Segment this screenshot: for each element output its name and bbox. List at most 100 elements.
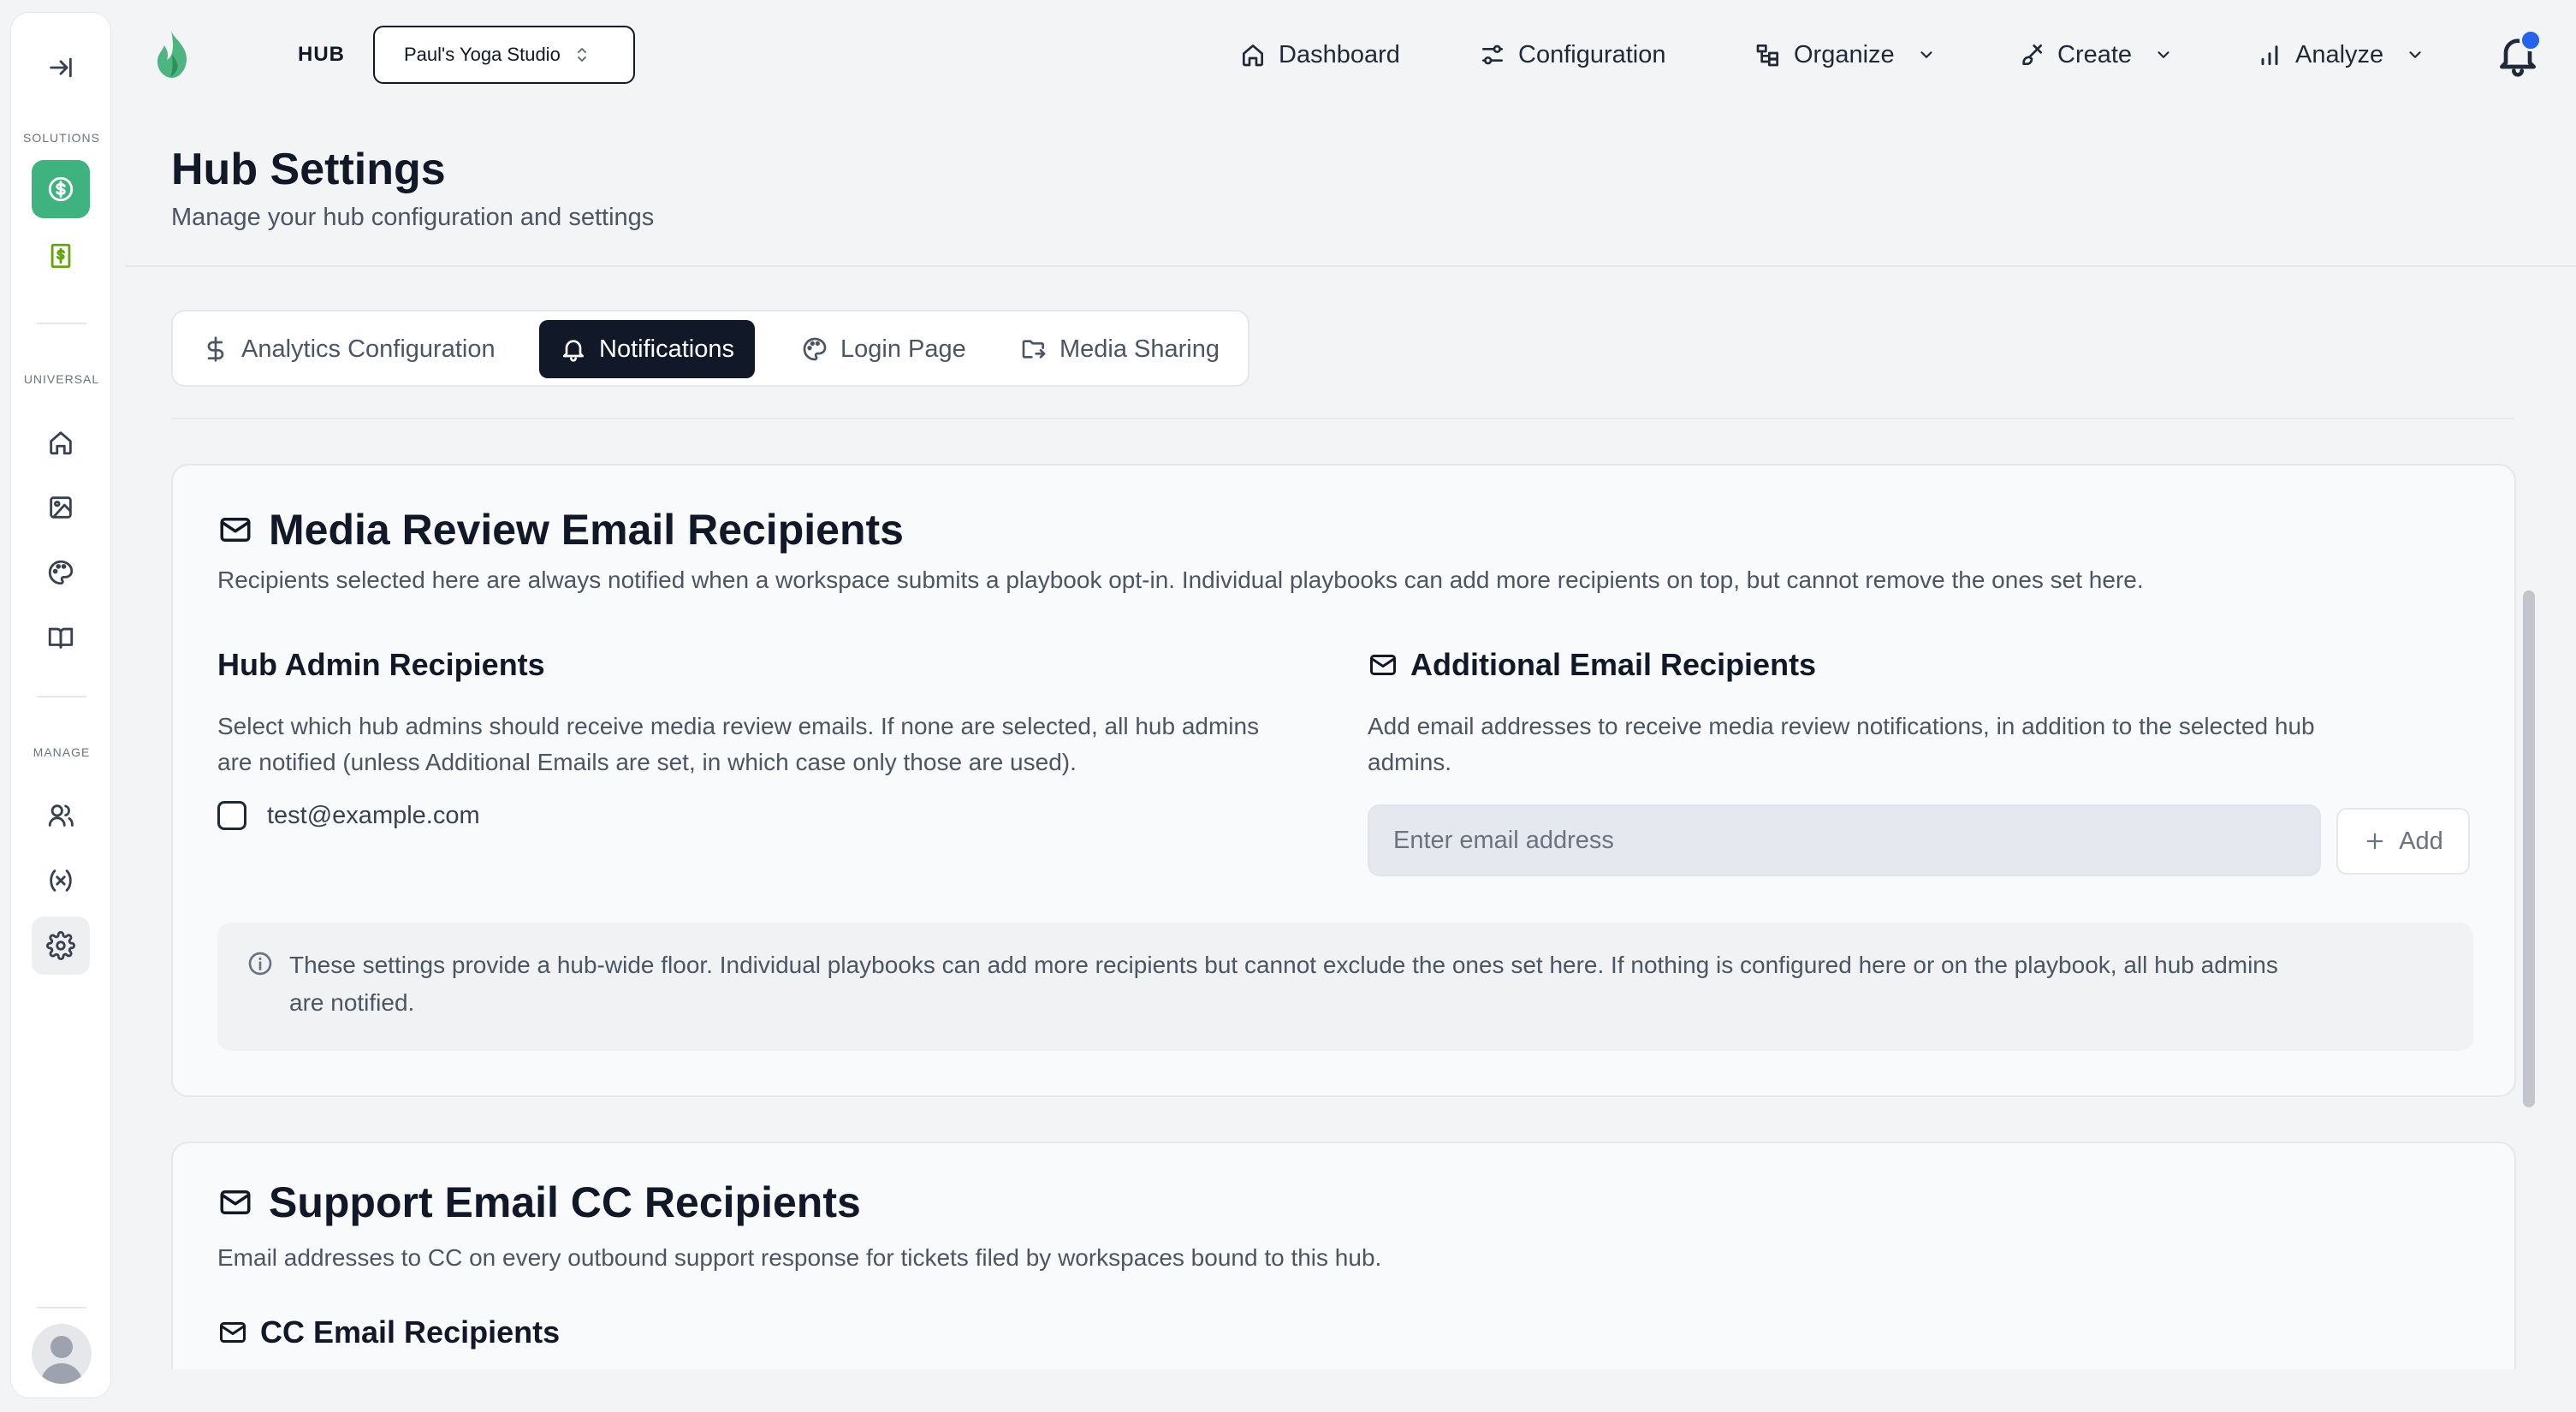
- variable-icon: [50, 869, 72, 892]
- rail-item-users[interactable]: [32, 786, 90, 845]
- card-description: Email addresses to CC on every outbound …: [217, 1244, 1382, 1271]
- media-review-card: Media Review Email Recipients Recipients…: [171, 464, 2516, 1097]
- nav-label: Create: [2057, 40, 2133, 68]
- help-line: Add email addresses to receive media rev…: [1368, 713, 2315, 739]
- additional-recipients-title: Additional Email Recipients: [1368, 647, 1816, 683]
- rail-divider: [37, 323, 86, 324]
- expand-sidebar-icon[interactable]: [32, 39, 90, 97]
- mail-icon: [220, 1322, 246, 1343]
- nav-configuration[interactable]: Configuration: [1479, 31, 1666, 79]
- image-icon: [50, 496, 72, 519]
- card-title: Media Review Email Recipients: [217, 505, 904, 555]
- flame-logo-icon: [157, 31, 187, 78]
- tab-label: Media Sharing: [1059, 335, 1220, 363]
- tab-notifications[interactable]: Notifications: [539, 320, 755, 378]
- rail-section-universal: UNIVERSAL: [23, 372, 100, 386]
- card-title-text: Support Email CC Recipients: [269, 1178, 861, 1226]
- info-line: are notified.: [289, 989, 415, 1016]
- chevron-up-down-icon: [577, 48, 586, 62]
- chevron-down-icon: [1920, 51, 1932, 58]
- card-title-text: Media Review Email Recipients: [269, 506, 904, 554]
- tab-label: Analytics Configuration: [241, 335, 496, 363]
- cc-recipients-title: CC Email Recipients: [217, 1314, 560, 1350]
- nav-dashboard[interactable]: Dashboard: [1239, 31, 1400, 79]
- dollar-icon: [207, 336, 224, 362]
- book-open-icon: [48, 627, 74, 649]
- nav-label: Configuration: [1518, 40, 1666, 68]
- tab-login-page[interactable]: Login Page: [781, 320, 987, 378]
- tab-analytics-configuration[interactable]: Analytics Configuration: [181, 320, 516, 378]
- add-email-button[interactable]: Add: [2336, 808, 2470, 875]
- mail-icon: [1370, 655, 1396, 675]
- rail-section-manage: MANAGE: [33, 745, 91, 759]
- nav-organize[interactable]: Organize: [1754, 31, 1936, 79]
- rail-item-book[interactable]: [32, 608, 90, 667]
- hub-admin-help: Select which hub admins should receive m…: [217, 709, 1330, 780]
- subsection-title: Hub Admin Recipients: [217, 647, 545, 682]
- workspace-selector[interactable]: Paul's Yoga Studio: [373, 26, 635, 84]
- gear-icon: [46, 931, 75, 960]
- subsection-title: CC Email Recipients: [260, 1314, 561, 1350]
- rail-item-dollar-circle[interactable]: [32, 160, 90, 218]
- rail-item-variables[interactable]: [32, 851, 90, 910]
- rail-item-dollar-doc[interactable]: [32, 227, 90, 285]
- chevron-down-icon: [2158, 51, 2169, 58]
- subsection-title: Additional Email Recipients: [1410, 647, 1817, 682]
- help-line: Select which hub admins should receive m…: [217, 713, 1260, 739]
- users-icon: [48, 804, 74, 827]
- mail-icon: [220, 518, 251, 542]
- palette-icon: [803, 337, 827, 361]
- divider: [125, 265, 2576, 267]
- nav-label: Organize: [1794, 40, 1895, 68]
- card-title: Support Email CC Recipients: [217, 1178, 861, 1227]
- rail-item-home[interactable]: [32, 413, 90, 472]
- tree-icon: [1756, 44, 1778, 67]
- admin-option-row[interactable]: test@example.com: [217, 801, 480, 830]
- sliders-icon: [1482, 44, 1503, 65]
- home-icon: [50, 431, 72, 455]
- user-avatar-icon: [40, 1336, 83, 1384]
- additional-email-input[interactable]: [1368, 804, 2321, 876]
- rail-divider: [37, 1307, 86, 1308]
- brush-icon: [2022, 44, 2042, 65]
- bar-chart-icon: [2261, 45, 2278, 66]
- nav-analyze[interactable]: Analyze: [2256, 31, 2425, 79]
- help-line: are notified (unless Additional Emails a…: [217, 749, 1077, 775]
- tab-label: Login Page: [840, 335, 966, 363]
- home-icon: [1243, 44, 1263, 67]
- rail-item-settings[interactable]: [32, 917, 90, 975]
- rail-item-media[interactable]: [32, 478, 90, 537]
- additional-help: Add email addresses to receive media rev…: [1368, 709, 2480, 780]
- settings-tabs: Analytics Configuration Notifications Lo…: [171, 310, 1249, 387]
- admin-checkbox[interactable]: [217, 801, 246, 830]
- nav-create[interactable]: Create: [2018, 31, 2173, 79]
- tab-label: Notifications: [599, 335, 734, 363]
- folder-share-icon: [1022, 340, 1046, 359]
- page-subtitle: Manage your hub configuration and settin…: [171, 204, 655, 231]
- dollar-circle-icon: [48, 176, 74, 202]
- mail-icon: [220, 1190, 251, 1214]
- hub-label: HUB: [298, 43, 345, 66]
- avatar[interactable]: [32, 1324, 92, 1384]
- page-bottom-edge: [125, 1369, 2576, 1412]
- nav-label: Analyze: [2295, 40, 2384, 68]
- info-icon: [248, 952, 272, 976]
- rail-item-palette[interactable]: [32, 543, 90, 602]
- help-line: admins.: [1368, 749, 1452, 775]
- left-rail: SOLUTIONS UNIVERSAL MANAGE: [10, 12, 111, 1398]
- info-text: These settings provide a hub-wide floor.…: [289, 946, 2446, 1022]
- divider: [171, 418, 2514, 419]
- plus-icon: [2366, 833, 2383, 850]
- bell-icon: [563, 340, 584, 362]
- rail-divider: [37, 696, 86, 697]
- notification-dot: [2520, 29, 2542, 51]
- add-button-label: Add: [2399, 827, 2443, 855]
- workspace-name: Paul's Yoga Studio: [404, 44, 561, 65]
- scrollbar-thumb[interactable]: [2523, 590, 2535, 1107]
- dollar-document-icon: [50, 243, 71, 269]
- nav-label: Dashboard: [1279, 40, 1400, 68]
- hub-admin-recipients-title: Hub Admin Recipients: [217, 647, 545, 683]
- chevron-down-icon: [2409, 51, 2421, 58]
- rail-section-solutions: SOLUTIONS: [23, 131, 100, 145]
- tab-media-sharing[interactable]: Media Sharing: [1000, 320, 1240, 378]
